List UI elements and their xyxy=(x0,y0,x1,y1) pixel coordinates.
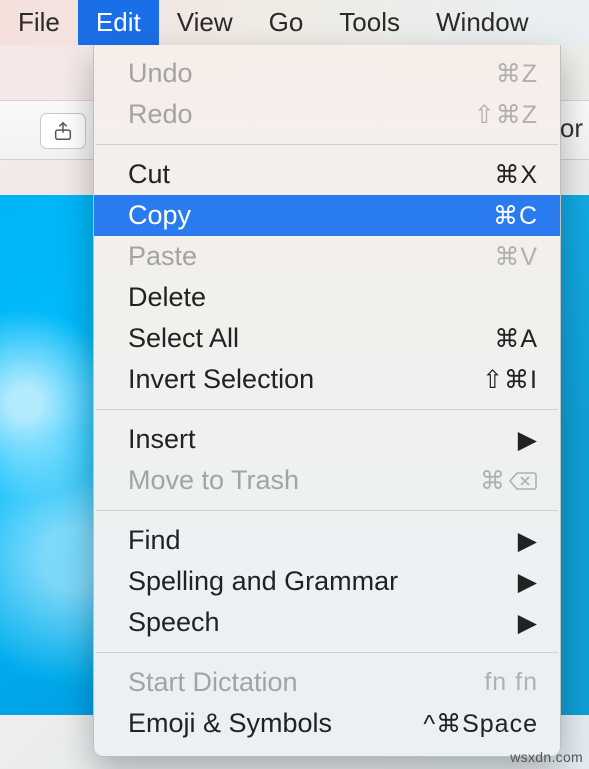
edit-dropdown-menu: Undo ⌘Z Redo ⇧⌘Z Cut ⌘X Copy ⌘C Paste ⌘V… xyxy=(93,45,561,757)
menu-item-shortcut: ⇧⌘Z xyxy=(474,100,538,130)
delete-key-icon xyxy=(508,471,538,491)
menu-item-spelling-grammar[interactable]: Spelling and Grammar ▶ xyxy=(94,561,560,602)
menu-item-find[interactable]: Find ▶ xyxy=(94,520,560,561)
menu-item-label: Move to Trash xyxy=(128,465,299,496)
menu-item-label: Redo xyxy=(128,99,193,130)
menu-item-select-all[interactable]: Select All ⌘A xyxy=(94,318,560,359)
menubar-item-edit[interactable]: Edit xyxy=(78,0,159,45)
menu-item-shortcut: ⌘X xyxy=(494,160,538,190)
menubar-item-file[interactable]: File xyxy=(0,0,78,45)
watermark: wsxdn.com xyxy=(510,749,583,765)
submenu-arrow-icon: ▶ xyxy=(518,608,538,638)
menu-separator xyxy=(96,144,558,145)
menu-item-copy[interactable]: Copy ⌘C xyxy=(94,195,560,236)
submenu-arrow-icon: ▶ xyxy=(518,567,538,597)
menu-item-shortcut: ^⌘Space xyxy=(423,709,538,739)
menubar: File Edit View Go Tools Window xyxy=(0,0,589,45)
menu-item-label: Undo xyxy=(128,58,193,89)
menu-item-label: Invert Selection xyxy=(128,364,314,395)
menu-item-shortcut: ⌘ xyxy=(480,466,538,496)
submenu-arrow-icon: ▶ xyxy=(518,425,538,455)
menubar-item-go[interactable]: Go xyxy=(251,0,322,45)
menu-item-label: Find xyxy=(128,525,181,556)
menu-item-label: Select All xyxy=(128,323,239,354)
menubar-item-window[interactable]: Window xyxy=(418,0,546,45)
menu-item-paste[interactable]: Paste ⌘V xyxy=(94,236,560,277)
menu-item-label: Paste xyxy=(128,241,197,272)
menu-item-label: Cut xyxy=(128,159,170,190)
submenu-arrow-icon: ▶ xyxy=(518,526,538,556)
menu-item-label: Spelling and Grammar xyxy=(128,566,398,597)
menu-item-delete[interactable]: Delete xyxy=(94,277,560,318)
menu-item-label: Copy xyxy=(128,200,191,231)
menu-separator xyxy=(96,652,558,653)
menu-item-redo[interactable]: Redo ⇧⌘Z xyxy=(94,94,560,135)
menu-item-speech[interactable]: Speech ▶ xyxy=(94,602,560,643)
menubar-item-view[interactable]: View xyxy=(159,0,251,45)
menubar-item-tools[interactable]: Tools xyxy=(321,0,418,45)
menu-item-shortcut: ⌘V xyxy=(494,242,538,272)
menu-item-emoji-symbols[interactable]: Emoji & Symbols ^⌘Space xyxy=(94,703,560,744)
menu-item-cut[interactable]: Cut ⌘X xyxy=(94,154,560,195)
menu-item-shortcut: fn fn xyxy=(484,668,538,697)
menu-item-label: Start Dictation xyxy=(128,667,298,698)
menu-item-label: Speech xyxy=(128,607,220,638)
toolbar-share-button[interactable] xyxy=(40,113,86,149)
menu-item-move-to-trash[interactable]: Move to Trash ⌘ xyxy=(94,460,560,501)
menu-separator xyxy=(96,409,558,410)
menu-item-label: Emoji & Symbols xyxy=(128,708,332,739)
menu-item-invert-selection[interactable]: Invert Selection ⇧⌘I xyxy=(94,359,560,400)
menu-item-shortcut: ⇧⌘I xyxy=(482,365,538,395)
menu-item-start-dictation[interactable]: Start Dictation fn fn xyxy=(94,662,560,703)
menu-item-label: Delete xyxy=(128,282,206,313)
menu-separator xyxy=(96,510,558,511)
background-artwork-right xyxy=(559,195,589,715)
menu-item-shortcut: ⌘A xyxy=(494,324,538,354)
shortcut-text: ⌘ xyxy=(480,466,506,496)
menu-item-insert[interactable]: Insert ▶ xyxy=(94,419,560,460)
menu-item-shortcut: ⌘Z xyxy=(496,59,538,89)
menu-item-label: Insert xyxy=(128,424,196,455)
menu-item-undo[interactable]: Undo ⌘Z xyxy=(94,53,560,94)
menu-item-shortcut: ⌘C xyxy=(493,201,538,231)
